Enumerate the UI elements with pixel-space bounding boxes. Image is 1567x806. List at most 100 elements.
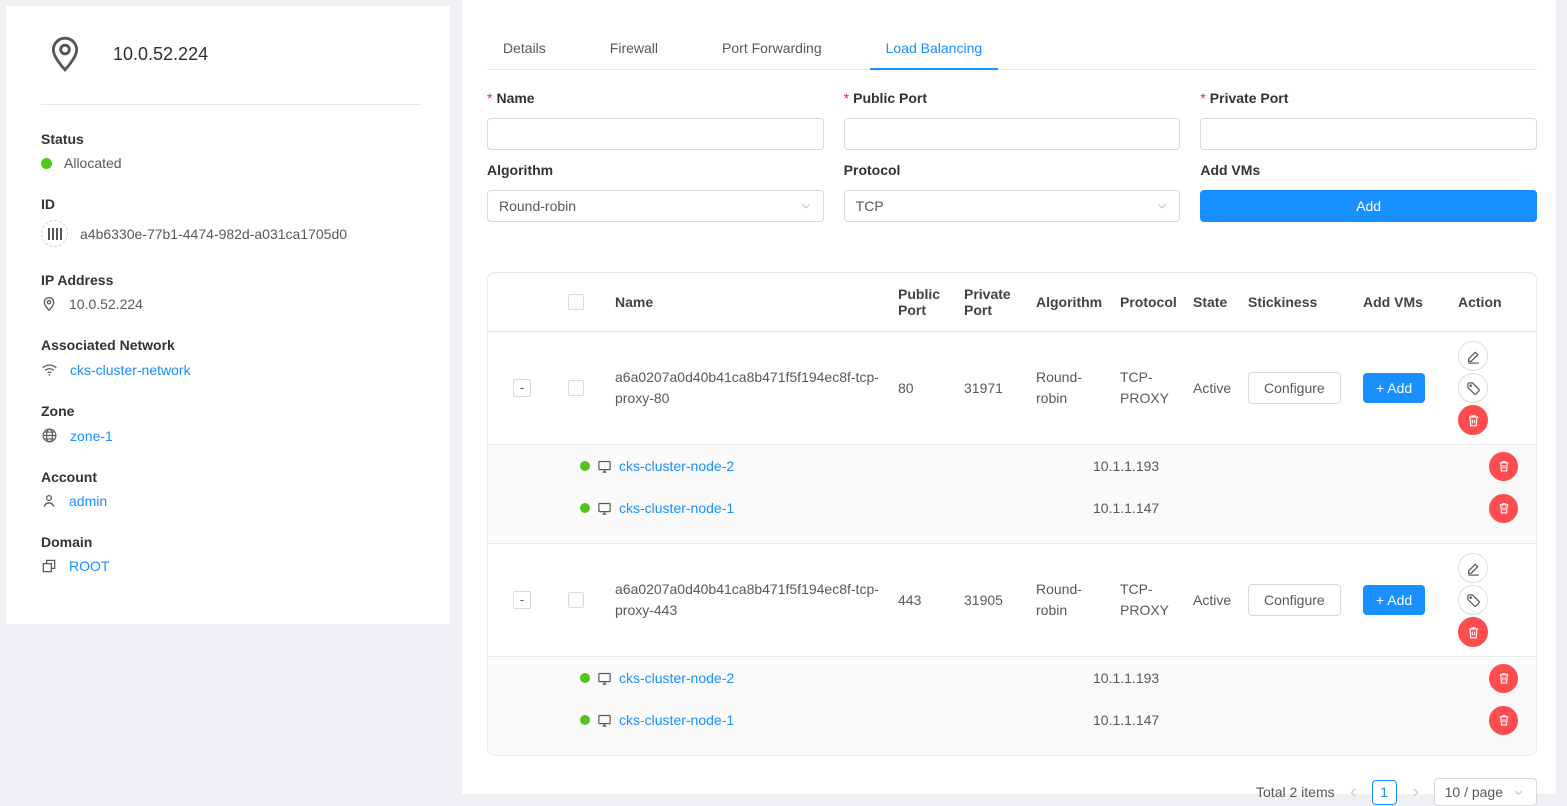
rule-protocol: TCP-PROXY <box>1112 579 1185 621</box>
delete-rule-button[interactable] <box>1458 405 1488 435</box>
vm-link[interactable]: cks-cluster-node-1 <box>619 712 734 728</box>
field-status: Status Allocated <box>41 131 420 171</box>
trash-icon <box>1497 671 1511 685</box>
network-link[interactable]: cks-cluster-network <box>70 362 191 378</box>
globe-icon <box>41 427 58 444</box>
trash-icon <box>1497 501 1511 515</box>
pencil-icon <box>1466 349 1481 364</box>
tab-load-balancing[interactable]: Load Balancing <box>870 31 999 69</box>
rule-name: a6a0207a0d40b41ca8b471f5f194ec8f-tcp-pro… <box>596 579 890 621</box>
tag-icon <box>1466 381 1481 396</box>
table-row: - a6a0207a0d40b41ca8b471f5f194ec8f-tcp-p… <box>488 544 1536 656</box>
tab-firewall[interactable]: Firewall <box>594 31 674 69</box>
vm-status-dot-icon <box>580 503 590 513</box>
vm-link[interactable]: cks-cluster-node-2 <box>619 458 734 474</box>
rule-protocol: TCP-PROXY <box>1112 367 1185 409</box>
tab-details[interactable]: Details <box>487 31 562 69</box>
load-balancer-form: *Name *Public Port *Private Port Algorit… <box>487 90 1537 222</box>
trash-icon <box>1466 413 1481 428</box>
chevron-left-icon[interactable] <box>1345 786 1362 799</box>
remove-vm-button[interactable] <box>1489 664 1518 693</box>
name-input[interactable] <box>487 118 824 150</box>
chevron-right-icon[interactable] <box>1407 786 1424 799</box>
vm-status-dot-icon <box>580 673 590 683</box>
chevron-down-icon <box>800 200 812 212</box>
tag-icon <box>1466 593 1481 608</box>
vm-monitor-icon <box>597 459 612 474</box>
collapse-row-button[interactable]: - <box>513 591 531 609</box>
rule-public-port: 80 <box>890 380 956 396</box>
page-title: 10.0.52.224 <box>113 44 208 65</box>
public-port-label: *Public Port <box>844 90 1181 110</box>
private-port-input[interactable] <box>1200 118 1537 150</box>
add-vm-button[interactable]: + Add <box>1363 585 1425 615</box>
remove-vm-button[interactable] <box>1489 494 1518 523</box>
chevron-down-icon <box>1511 787 1526 798</box>
table-row: - a6a0207a0d40b41ca8b471f5f194ec8f-tcp-p… <box>488 332 1536 444</box>
protocol-label: Protocol <box>844 162 1181 182</box>
pagination-bar: Total 2 items 1 10 / page <box>487 778 1537 806</box>
tab-bar: Details Firewall Port Forwarding Load Ba… <box>487 0 1537 70</box>
ip-value: 10.0.52.224 <box>69 296 143 312</box>
tag-rule-button[interactable] <box>1458 585 1488 615</box>
page-number-button[interactable]: 1 <box>1372 780 1397 805</box>
rule-private-port: 31971 <box>956 380 1028 396</box>
add-button[interactable]: Add <box>1200 190 1537 222</box>
collapse-row-button[interactable]: - <box>513 379 531 397</box>
field-ip-address: IP Address 10.0.52.224 <box>41 272 420 312</box>
algorithm-label: Algorithm <box>487 162 824 182</box>
remove-vm-button[interactable] <box>1489 706 1518 735</box>
vm-row: cks-cluster-node-1 10.1.1.147 <box>488 699 1536 741</box>
wifi-icon <box>41 361 58 378</box>
status-value: Allocated <box>64 155 122 171</box>
field-id: ID a4b6330e-77b1-4474-982d-a031ca1705d0 <box>41 196 420 247</box>
page-size-select[interactable]: 10 / page <box>1434 778 1537 806</box>
resource-detail-panel: 10.0.52.224 Status Allocated ID a4b6330e… <box>6 6 450 624</box>
tag-rule-button[interactable] <box>1458 373 1488 403</box>
delete-rule-button[interactable] <box>1458 617 1488 647</box>
pin-icon <box>41 296 57 312</box>
vm-row: cks-cluster-node-1 10.1.1.147 <box>488 487 1536 529</box>
vm-status-dot-icon <box>580 461 590 471</box>
vm-row: cks-cluster-node-2 10.1.1.193 <box>488 657 1536 699</box>
field-domain: Domain ROOT <box>41 534 420 574</box>
vm-ip: 10.1.1.193 <box>1093 670 1159 686</box>
public-port-input[interactable] <box>844 118 1181 150</box>
rule-algorithm: Round-robin <box>1028 579 1112 621</box>
trash-icon <box>1466 625 1481 640</box>
trash-icon <box>1497 713 1511 727</box>
edit-rule-button[interactable] <box>1458 553 1488 583</box>
protocol-select[interactable]: TCP <box>844 190 1181 222</box>
remove-vm-button[interactable] <box>1489 452 1518 481</box>
select-all-checkbox[interactable] <box>568 294 584 310</box>
domain-link[interactable]: ROOT <box>69 558 109 574</box>
vm-link[interactable]: cks-cluster-node-1 <box>619 500 734 516</box>
zone-link[interactable]: zone-1 <box>70 428 113 444</box>
row-checkbox[interactable] <box>568 592 584 608</box>
rule-private-port: 31905 <box>956 592 1028 608</box>
expanded-vm-list: cks-cluster-node-2 10.1.1.193 cks-cluste… <box>488 444 1536 544</box>
configure-stickiness-button[interactable]: Configure <box>1248 584 1341 616</box>
add-vm-button[interactable]: + Add <box>1363 373 1425 403</box>
rule-state: Active <box>1185 380 1240 396</box>
rule-name: a6a0207a0d40b41ca8b471f5f194ec8f-tcp-pro… <box>596 367 890 409</box>
ip-address-icon <box>45 34 85 74</box>
vm-status-dot-icon <box>580 715 590 725</box>
account-link[interactable]: admin <box>69 493 107 509</box>
edit-rule-button[interactable] <box>1458 341 1488 371</box>
row-checkbox[interactable] <box>568 380 584 396</box>
vm-monitor-icon <box>597 501 612 516</box>
vm-monitor-icon <box>597 713 612 728</box>
barcode-icon <box>41 220 68 247</box>
divider <box>41 104 420 105</box>
status-dot-icon <box>41 158 52 169</box>
rule-state: Active <box>1185 592 1240 608</box>
domain-icon <box>41 558 57 574</box>
algorithm-select[interactable]: Round-robin <box>487 190 824 222</box>
tab-port-forwarding[interactable]: Port Forwarding <box>706 31 838 69</box>
field-account: Account admin <box>41 469 420 509</box>
vm-link[interactable]: cks-cluster-node-2 <box>619 670 734 686</box>
add-vms-label: Add VMs <box>1200 162 1537 182</box>
configure-stickiness-button[interactable]: Configure <box>1248 372 1341 404</box>
vm-ip: 10.1.1.193 <box>1093 458 1159 474</box>
